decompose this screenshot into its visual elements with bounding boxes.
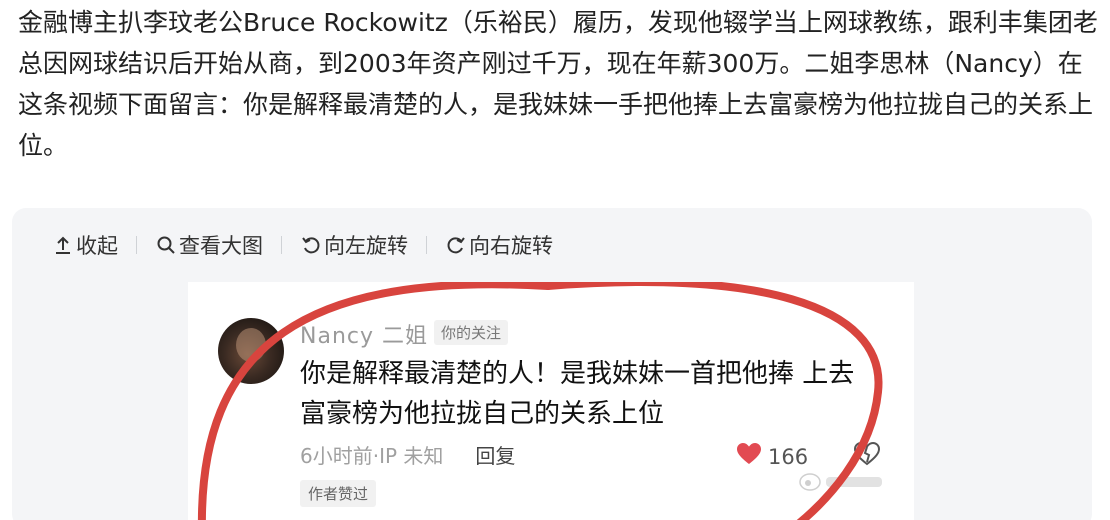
view-large-button[interactable]: 查看大图 (155, 230, 263, 260)
like-count: 166 (768, 444, 809, 469)
collapse-button[interactable]: 收起 (52, 230, 118, 260)
author-liked-badge: 作者赞过 (300, 480, 377, 507)
collapse-up-icon (52, 234, 74, 256)
rotate-right-button[interactable]: 向右旋转 (445, 230, 553, 260)
heart-icon (736, 442, 762, 471)
avatar (218, 318, 284, 384)
toolbar-divider (136, 236, 137, 254)
watermark-logo-icon (798, 468, 888, 498)
comment-meta: 6小时前 ·IP 未知 回复 (300, 440, 515, 469)
like-button: 166 (736, 442, 808, 471)
rotate-right-label: 向右旋转 (469, 234, 553, 258)
comment-text: 你是解释最清楚的人！是我妹妹一首把他捧 上去富豪榜为他拉拢自己的关系上位 (300, 359, 855, 429)
rotate-left-icon (300, 234, 322, 256)
image-viewer-panel: 收起 查看大图 向左旋转 向右旋转 Nancy 二姐 你的关注 你是解释最清楚的… (12, 208, 1092, 520)
search-icon (155, 234, 177, 256)
comment-ip: ·IP 未知 (372, 444, 444, 468)
follow-badge: 你的关注 (434, 320, 509, 345)
comment-time: 6小时前 (300, 444, 373, 468)
page: 金融博主扒李玟老公Bruce Rockowitz（乐裕民）履历，发现他辍学当上网… (0, 0, 1110, 520)
view-large-label: 查看大图 (179, 234, 263, 258)
article-paragraph: 金融博主扒李玟老公Bruce Rockowitz（乐裕民）履历，发现他辍学当上网… (18, 8, 1098, 160)
toolbar-divider (281, 236, 282, 254)
dislike-icon (853, 441, 881, 470)
rotate-right-icon (445, 234, 467, 256)
reply-button: 回复 (475, 444, 516, 468)
image-toolbar: 收起 查看大图 向左旋转 向右旋转 (52, 226, 553, 264)
collapse-label: 收起 (76, 234, 118, 258)
toolbar-divider (426, 236, 427, 254)
rotate-left-button[interactable]: 向左旋转 (300, 230, 408, 260)
comment-screenshot-image[interactable]: Nancy 二姐 你的关注 你是解释最清楚的人！是我妹妹一首把他捧 上去富豪榜为… (188, 282, 914, 520)
rotate-left-label: 向左旋转 (324, 234, 408, 258)
comment-username: Nancy 二姐 (300, 324, 428, 349)
